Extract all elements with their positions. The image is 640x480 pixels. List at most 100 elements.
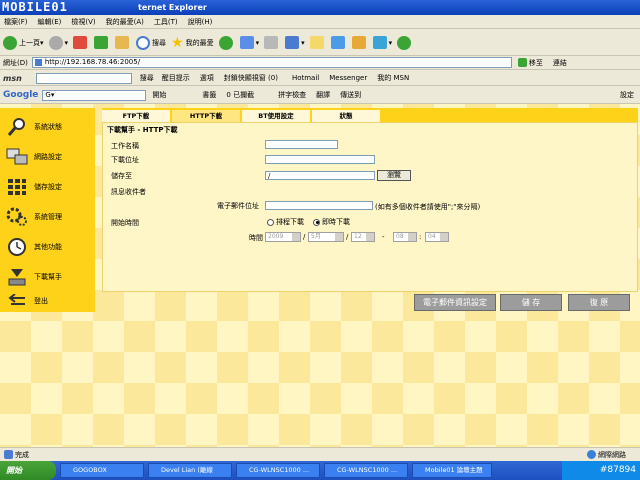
address-bar: 網址(D) http://192.168.78.46:2005/ 移至 連結 — [0, 56, 640, 70]
time-colon: : — [419, 233, 422, 241]
sidebar-item-logout[interactable]: 登出 — [0, 290, 95, 312]
print-button[interactable] — [264, 33, 280, 53]
taskbar-item[interactable]: Mobile01 論壇主題 — [412, 463, 492, 478]
clock-icon — [6, 237, 28, 257]
zone-indicator: 網際網路 — [587, 450, 626, 460]
menu-edit[interactable]: 編輯(E) — [38, 17, 62, 27]
sidebar-item-system-status[interactable]: 系統狀態 — [0, 112, 95, 142]
date-separator: / — [346, 233, 349, 241]
msn-search-input[interactable] — [35, 72, 132, 84]
taskbar-item[interactable]: Devel Lian (離線 — [148, 463, 232, 478]
msn-hotmail-button[interactable]: Hotmail — [292, 74, 319, 82]
email-hint: (如有多個收件者請使用";"來分隔) — [375, 203, 481, 211]
messenger-button[interactable] — [351, 33, 368, 53]
save-button[interactable]: 儲 存 — [500, 294, 562, 311]
minute-select[interactable]: 04 — [425, 232, 449, 242]
day-select[interactable]: 12 — [351, 232, 375, 242]
edit-button[interactable]: ▾ — [285, 33, 305, 53]
menu-help[interactable]: 說明(H) — [188, 17, 213, 27]
email-input[interactable] — [265, 201, 373, 210]
research-button[interactable] — [330, 33, 347, 53]
google-spellcheck-button[interactable]: 拼字檢查 — [278, 90, 306, 100]
back-arrow-icon — [3, 35, 17, 50]
tab-bt-settings[interactable]: BT使用設定 — [242, 110, 310, 122]
sidebar-item-storage-settings[interactable]: 儲存設定 — [0, 172, 95, 202]
address-input[interactable]: http://192.168.78.46:2005/ — [31, 57, 512, 68]
save-to-input[interactable]: / — [265, 171, 375, 180]
go-arrow-icon — [517, 58, 527, 67]
sidebar-item-system-management[interactable]: 系統管理 — [0, 202, 95, 232]
save-to-label: 儲存至 — [111, 172, 132, 180]
start-button[interactable]: 開始 — [0, 461, 56, 480]
print-icon — [264, 36, 279, 49]
refresh-button[interactable] — [94, 33, 110, 53]
task-name-input[interactable] — [265, 140, 338, 149]
msn-toolbar: msn 搜尋 醒目提示 選項 封鎖快顯視窗 (0) Hotmail Messen… — [0, 71, 640, 86]
gear-icon — [6, 207, 28, 227]
done-page-icon — [4, 450, 13, 459]
menu-tools[interactable]: 工具(T) — [154, 17, 178, 27]
mail-icon — [239, 36, 254, 49]
google-bookmarks-button[interactable]: 書籤 — [202, 90, 216, 100]
media-button[interactable]: ▾ — [372, 33, 392, 53]
discuss-button[interactable] — [309, 33, 326, 53]
users-button[interactable] — [397, 33, 413, 53]
time-label: 時間 — [249, 234, 263, 242]
back-button[interactable]: 上一頁 ▾ — [3, 33, 44, 53]
taskbar-item[interactable]: CG-WLNSC1000 ... — [236, 463, 320, 478]
month-select[interactable]: 5月 — [308, 232, 344, 242]
links-button[interactable]: 連結 — [553, 58, 567, 68]
msn-highlight-button[interactable]: 醒目提示 — [162, 73, 190, 83]
restore-button[interactable]: 復 原 — [568, 294, 630, 311]
year-select[interactable]: 2009 — [265, 232, 301, 242]
logout-arrow-icon — [6, 291, 28, 311]
google-settings-button[interactable]: 設定 — [620, 90, 634, 100]
google-toolbar: Google G▾ 開始 書籤 0 已攔截 拼字檢查 翻譯 傳送到 設定 — [0, 87, 640, 104]
radio-immediate[interactable]: 即時下載 — [313, 217, 350, 227]
google-sendto-button[interactable]: 傳送到 — [340, 90, 361, 100]
sidebar-item-download-helper[interactable]: 下載幫手 — [0, 262, 95, 292]
google-translate-button[interactable]: 翻譯 — [316, 90, 330, 100]
tab-http-download[interactable]: HTTP下載 — [172, 110, 240, 122]
google-start-button[interactable]: 開始 — [152, 90, 166, 100]
tab-status[interactable]: 狀態 — [312, 110, 380, 122]
msn-options-button[interactable]: 選項 — [200, 73, 214, 83]
search-icon — [136, 35, 151, 50]
http-download-panel: 下載幫手 - HTTP下載 工作名稱 下載位址 儲存至 / 瀏覽 訊息收件者 電… — [102, 122, 638, 292]
home-button[interactable] — [115, 33, 131, 53]
mail-button[interactable]: ▾ — [239, 33, 259, 53]
menu-favorites[interactable]: 我的最愛(A) — [106, 17, 144, 27]
search-button[interactable]: 搜尋 — [136, 33, 166, 53]
sidebar-item-network-settings[interactable]: 網路設定 — [0, 142, 95, 172]
go-button[interactable]: 移至 — [517, 58, 543, 68]
msn-popup-blocker[interactable]: 封鎖快顯視窗 (0) — [224, 73, 278, 83]
panel-heading: 下載幫手 - HTTP下載 — [107, 126, 178, 134]
stop-button[interactable] — [73, 33, 89, 53]
google-search-input[interactable]: G▾ — [42, 89, 147, 101]
tab-ftp-download[interactable]: FTP下載 — [102, 110, 170, 122]
media-icon — [372, 36, 387, 49]
status-text: 完成 — [15, 450, 29, 459]
radio-immediate-icon — [313, 218, 320, 226]
taskbar-item[interactable]: CG-WLNSC1000 ... — [324, 463, 408, 478]
email-settings-button[interactable]: 電子郵件資訊設定 — [414, 294, 496, 311]
radio-schedule[interactable]: 排程下載 — [267, 217, 304, 227]
msn-messenger-button[interactable]: Messenger — [329, 74, 367, 82]
sidebar-item-other-functions[interactable]: 其他功能 — [0, 232, 95, 262]
google-blocked-count[interactable]: 0 已攔截 — [226, 90, 254, 100]
taskbar-item[interactable]: GOGOBOX — [60, 463, 144, 478]
hour-select[interactable]: 08 — [393, 232, 417, 242]
web-page: 系統狀態 網路設定 儲存設定 系統管理 其他功能 下載幫手 登出 FTP下載 H… — [0, 104, 640, 447]
edit-icon — [285, 36, 300, 49]
menu-file[interactable]: 檔案(F) — [4, 17, 28, 27]
history-button[interactable] — [218, 33, 235, 53]
msn-my-msn-button[interactable]: 我的 MSN — [377, 73, 409, 83]
menu-view[interactable]: 檢視(V) — [71, 17, 95, 27]
msn-search-button[interactable]: 搜尋 — [140, 73, 154, 83]
url-input[interactable] — [265, 155, 375, 164]
browse-button[interactable]: 瀏覽 — [377, 170, 411, 181]
email-label: 電子郵件位址 — [217, 202, 259, 210]
messenger-icon — [351, 36, 366, 49]
forward-button[interactable]: ▾ — [48, 33, 68, 53]
favorites-button[interactable]: ★ 我的最愛 — [171, 33, 214, 53]
